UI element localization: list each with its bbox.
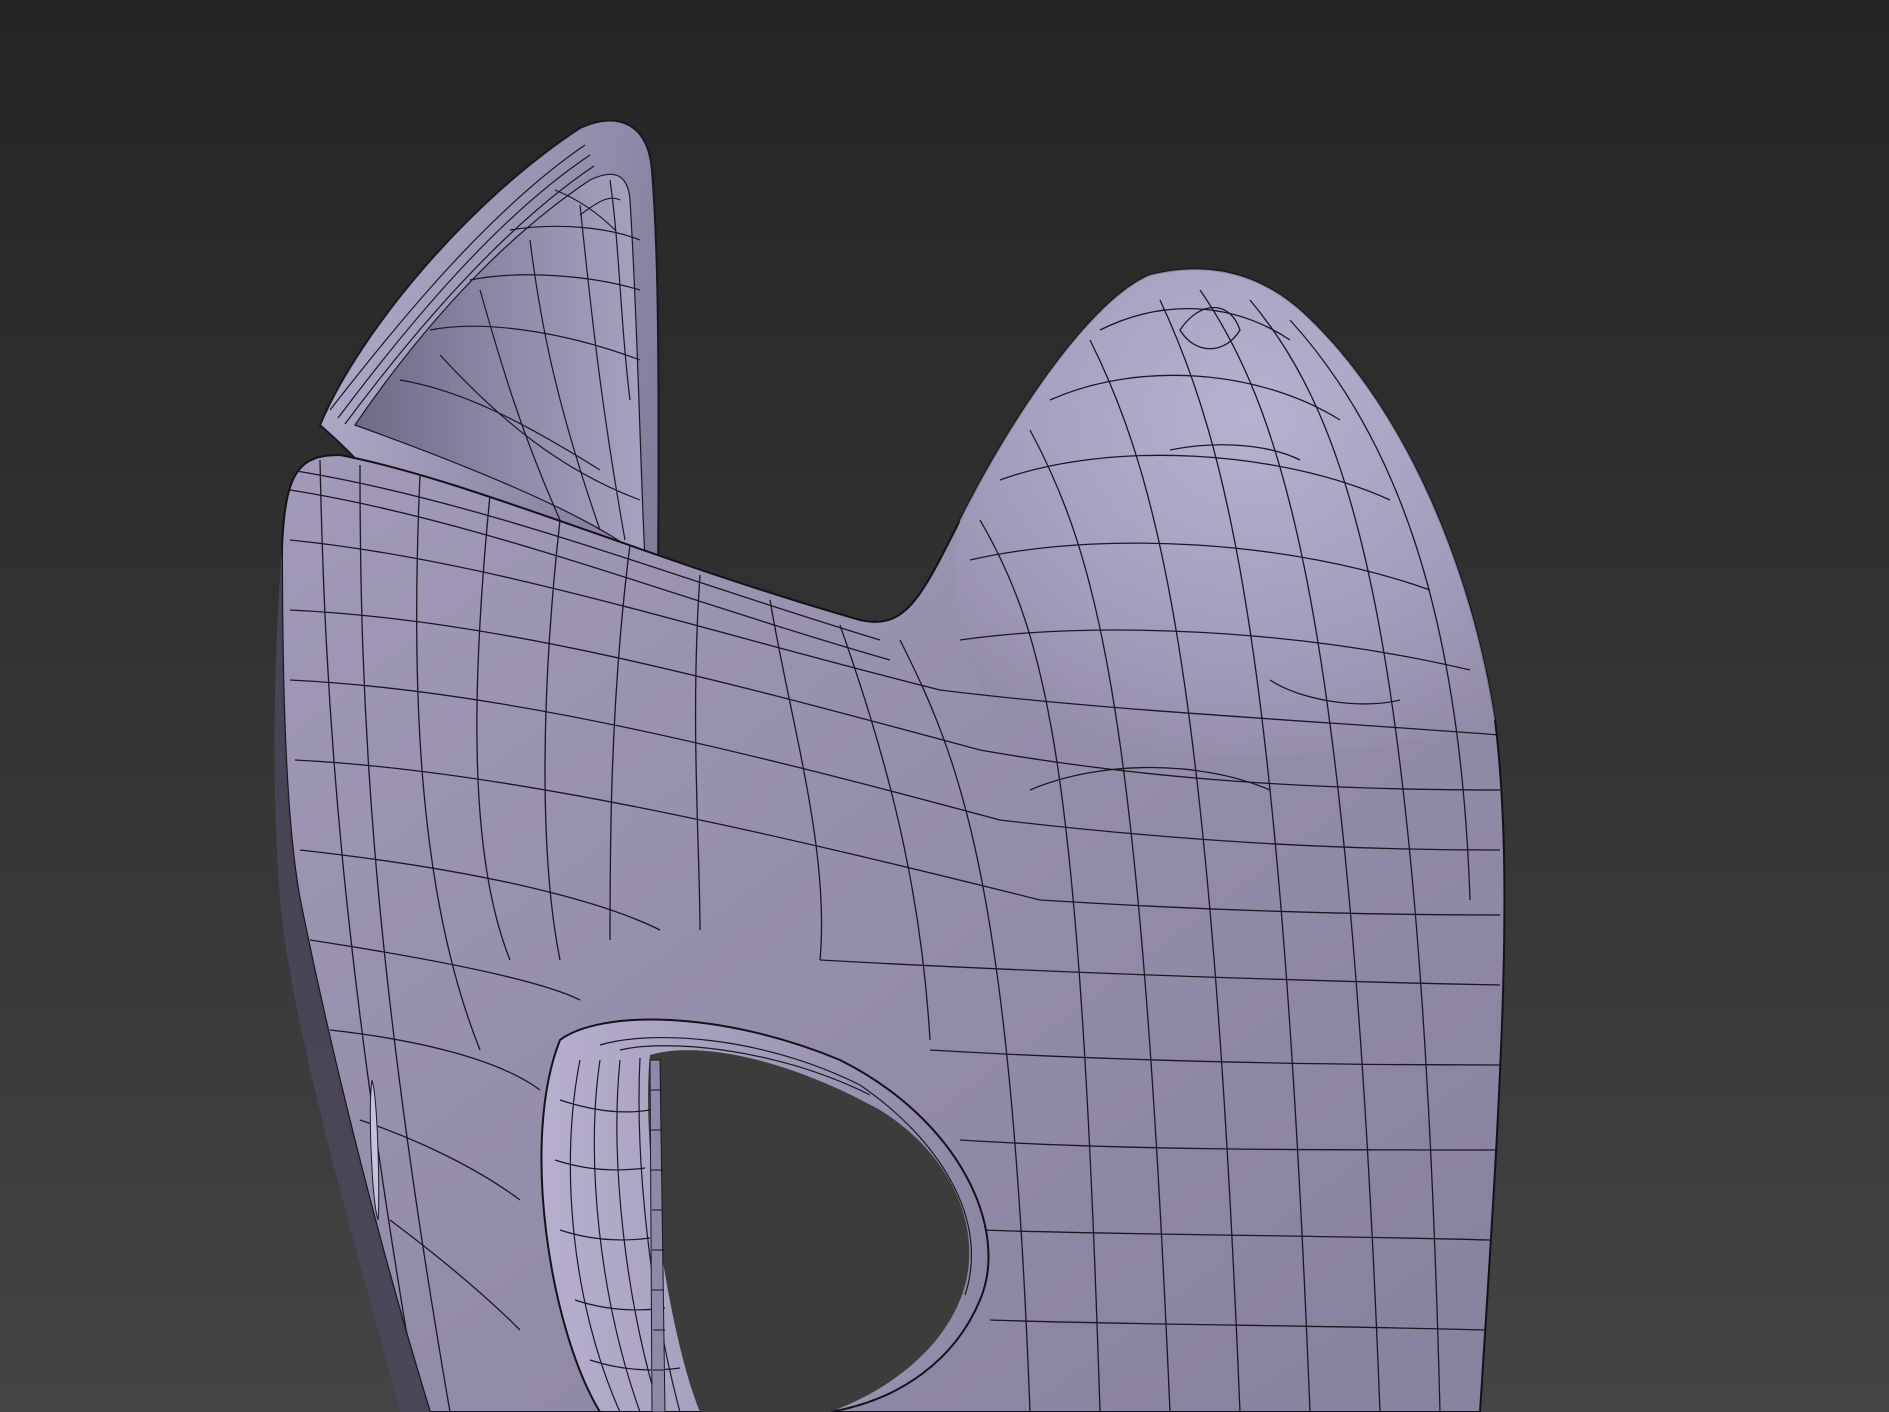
viewport-canvas[interactable] <box>0 0 1889 1412</box>
3d-viewport[interactable] <box>0 0 1889 1412</box>
